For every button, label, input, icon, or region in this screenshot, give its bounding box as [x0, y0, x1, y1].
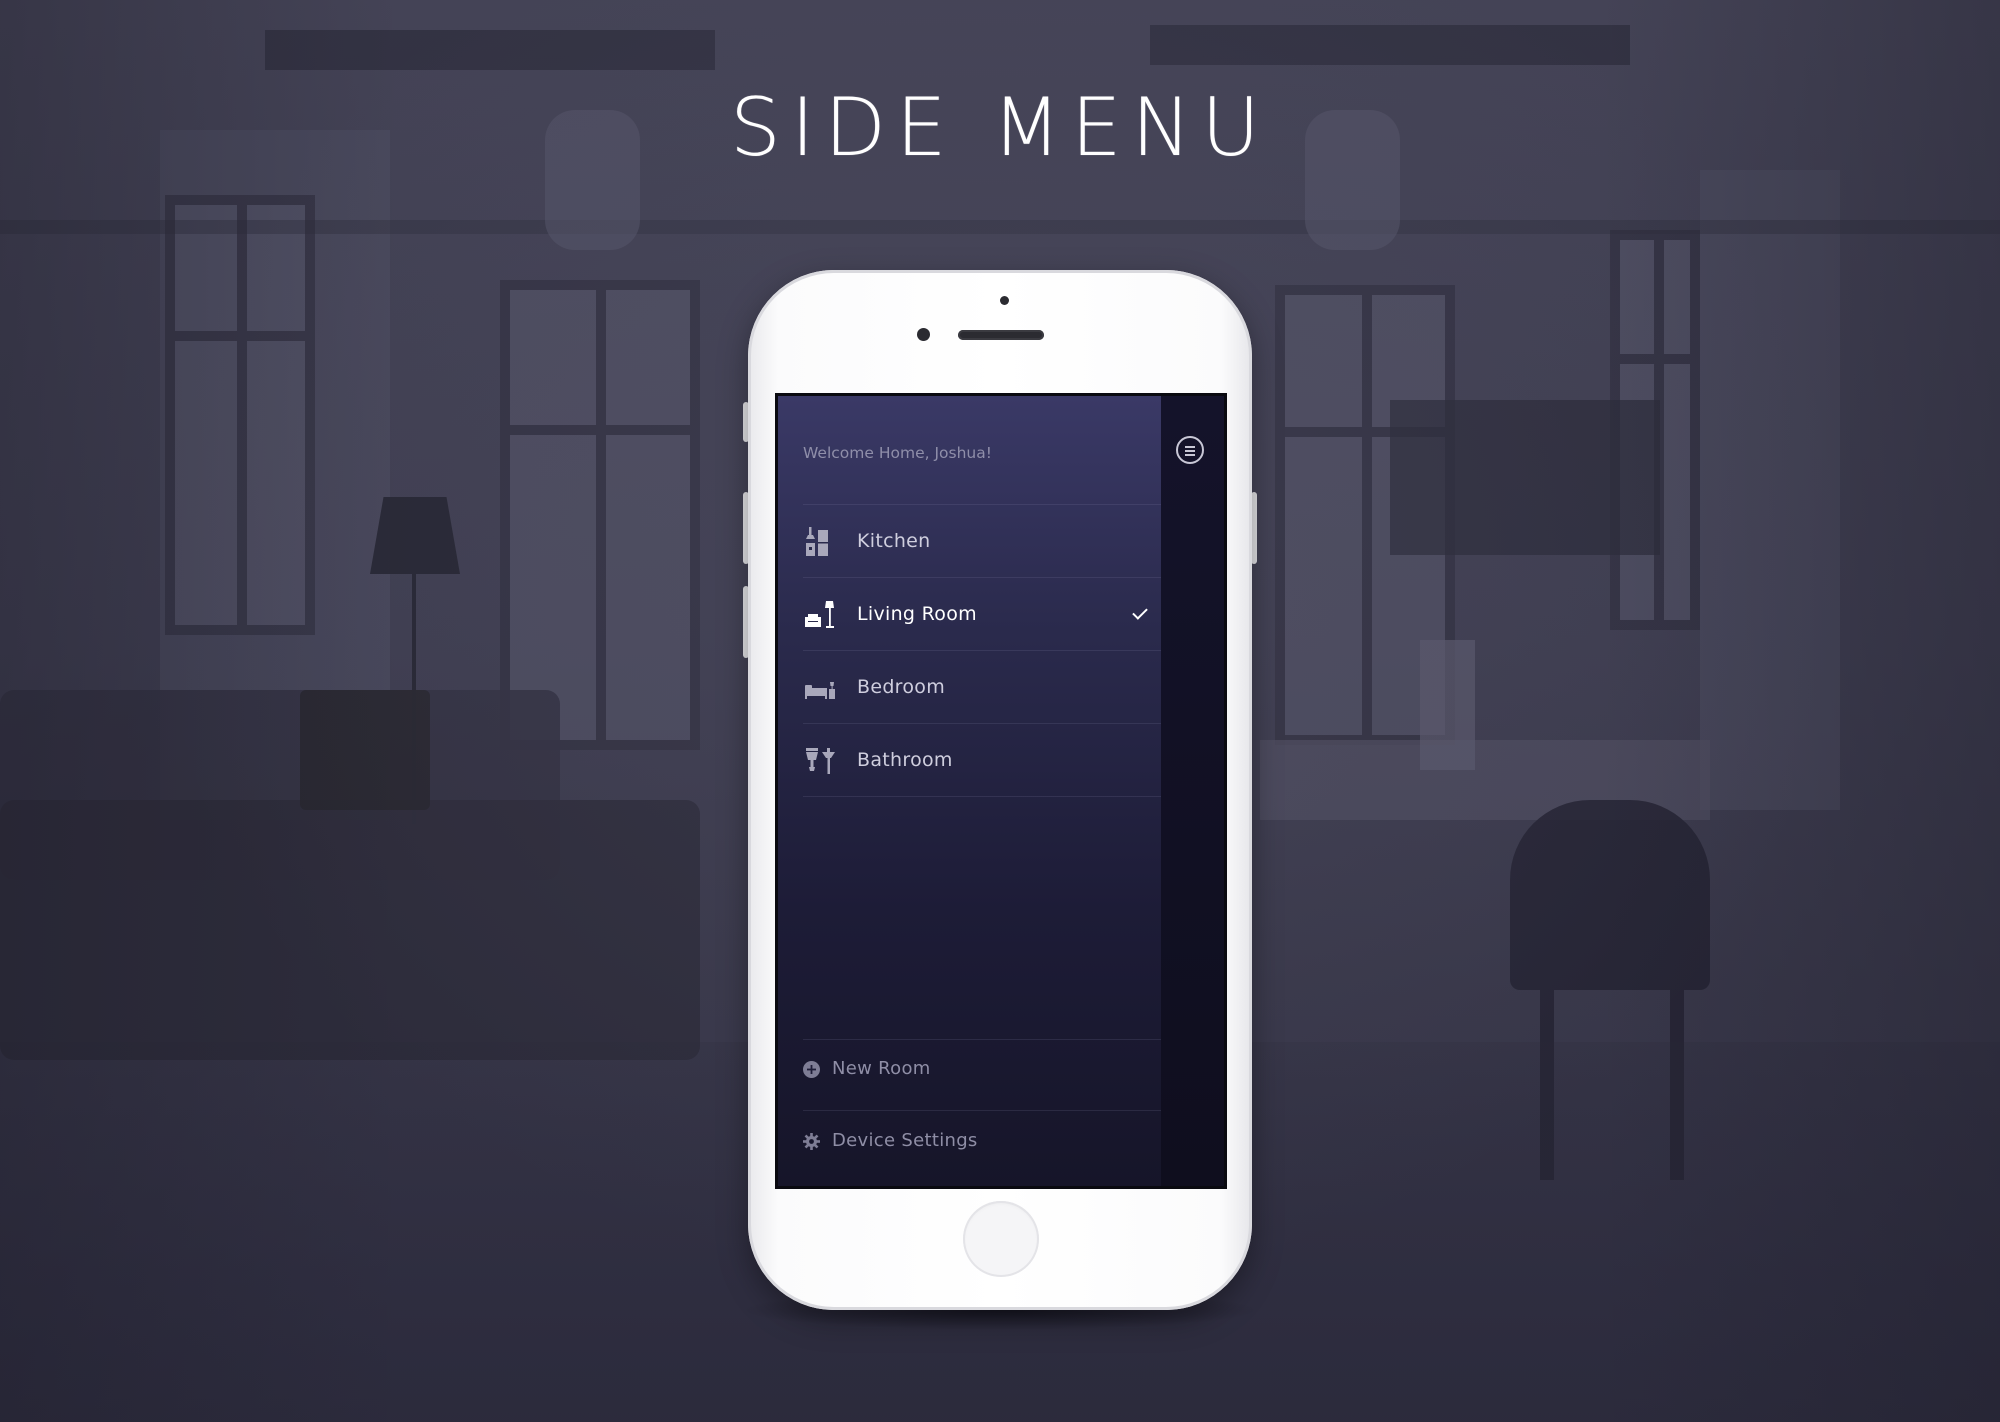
- hamburger-icon[interactable]: [1176, 436, 1204, 464]
- checkmark-icon: [1132, 604, 1148, 620]
- proximity-sensor: [1000, 296, 1009, 305]
- room-item-bedroom[interactable]: Bedroom: [778, 651, 1161, 723]
- sofa-lamp-icon: [805, 601, 834, 628]
- sink-icon: [806, 748, 835, 774]
- new-room-button[interactable]: New Room: [778, 1040, 1161, 1100]
- device-settings-button[interactable]: Device Settings: [778, 1112, 1161, 1172]
- room-label: Kitchen: [857, 530, 931, 552]
- room-item-bathroom[interactable]: Bathroom: [778, 724, 1161, 796]
- kitchen-icon: [806, 527, 828, 556]
- front-camera: [917, 328, 930, 341]
- phone-screen: Welcome Home, Joshua! Kitchen Living Roo…: [775, 393, 1227, 1189]
- content-preview-strip[interactable]: [1161, 396, 1224, 1186]
- divider: [803, 796, 1161, 797]
- device-settings-label: Device Settings: [832, 1130, 978, 1151]
- room-label: Living Room: [857, 603, 977, 625]
- divider: [803, 1110, 1161, 1111]
- new-room-label: New Room: [832, 1058, 931, 1079]
- room-label: Bedroom: [857, 676, 946, 698]
- gear-icon: [803, 1133, 820, 1150]
- bed-icon: [805, 682, 835, 699]
- home-button[interactable]: [963, 1201, 1039, 1277]
- page-title: SIDE MENU: [730, 81, 1270, 174]
- room-label: Bathroom: [857, 749, 953, 771]
- earpiece-speaker: [958, 330, 1044, 340]
- side-menu: Welcome Home, Joshua! Kitchen Living Roo…: [778, 396, 1161, 1186]
- plus-circle-icon: [803, 1061, 820, 1078]
- room-item-living-room[interactable]: Living Room: [778, 578, 1161, 650]
- room-item-kitchen[interactable]: Kitchen: [778, 505, 1161, 577]
- welcome-message: Welcome Home, Joshua!: [803, 444, 992, 462]
